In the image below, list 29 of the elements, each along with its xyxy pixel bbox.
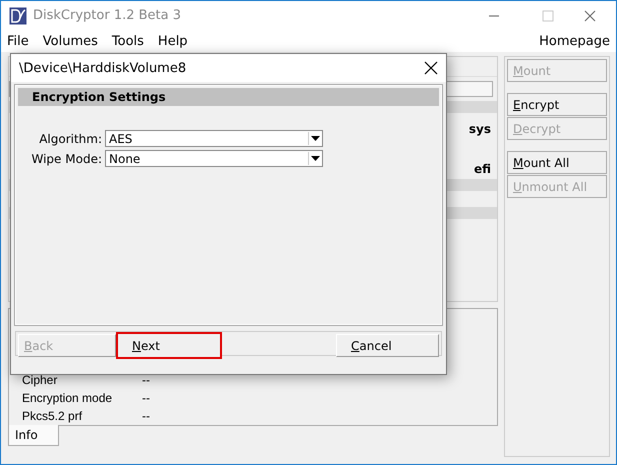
field-label: Algorithm: (38, 132, 102, 146)
dropdown[interactable]: None (105, 150, 323, 167)
homepage-link[interactable]: Homepage (539, 34, 610, 48)
close-icon[interactable] (424, 61, 438, 75)
field-label: Wipe Mode: (30, 152, 102, 166)
section-header: Encryption Settings (18, 88, 439, 106)
info-value: -- (142, 373, 150, 387)
dialog-title: \Device\HarddiskVolume8 (19, 60, 186, 76)
volume-label[interactable]: sys (468, 122, 491, 136)
menu-item[interactable]: Tools (112, 34, 144, 48)
volume-label[interactable]: efi (474, 162, 491, 176)
action-button[interactable]: Mount All (507, 151, 607, 174)
wizard-button[interactable]: Cancel (336, 334, 439, 357)
info-value: -- (142, 391, 150, 405)
info-tab[interactable]: Info (8, 425, 59, 446)
dropdown-arrow-icon (311, 156, 320, 161)
action-button[interactable]: Encrypt (507, 93, 607, 116)
menu-item[interactable]: Help (158, 34, 188, 48)
menu-item[interactable]: File (7, 34, 29, 48)
info-label: Pkcs5.2 prf (22, 409, 84, 423)
dropdown[interactable]: AES (105, 130, 323, 147)
wizard-button[interactable]: Next (116, 332, 222, 359)
info-label: Encryption mode (22, 391, 114, 405)
window-title: DiskCryptor 1.2 Beta 3 (33, 8, 182, 23)
dropdown-arrow-icon (311, 136, 320, 141)
info-label: Cipher (22, 373, 58, 387)
app-logo-icon (9, 6, 27, 24)
info-value: -- (142, 409, 150, 423)
menu-item[interactable]: Volumes (42, 34, 98, 48)
